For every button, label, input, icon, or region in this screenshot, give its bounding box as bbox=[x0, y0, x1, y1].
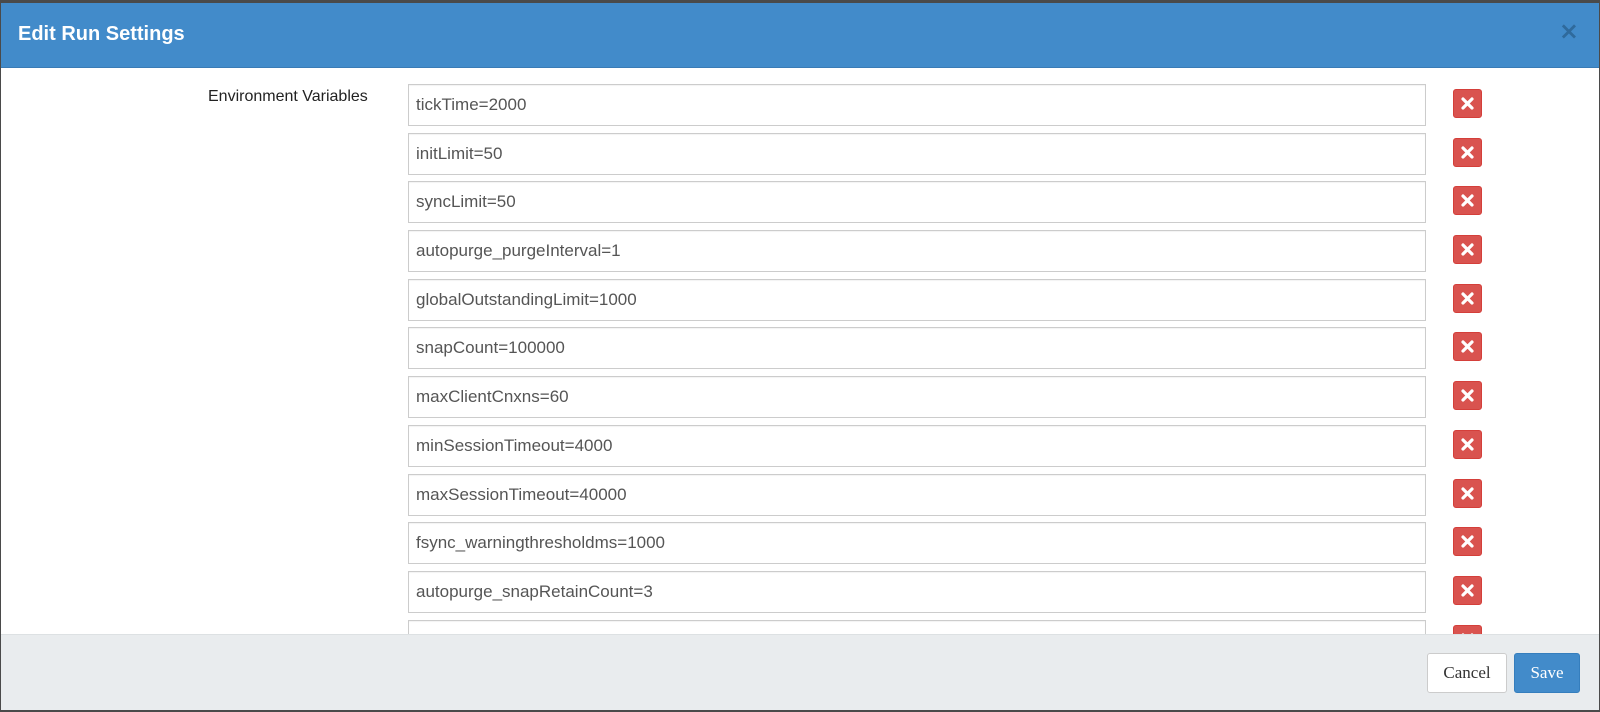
env-var-input[interactable]: maxSessionTimeout=40000 bbox=[408, 473, 1426, 516]
remove-icon bbox=[1461, 194, 1474, 207]
save-button[interactable]: Save bbox=[1514, 653, 1580, 693]
env-var-row: initLimit=50 bbox=[408, 132, 1508, 182]
env-var-input[interactable]: fsync_warningthresholdms=1000 bbox=[408, 522, 1426, 565]
remove-env-var-button[interactable] bbox=[1453, 89, 1482, 118]
env-var-input[interactable]: tickTime=2000 bbox=[408, 84, 1426, 126]
remove-env-var-button[interactable] bbox=[1453, 624, 1482, 634]
cancel-button[interactable]: Cancel bbox=[1427, 653, 1507, 693]
remove-env-var-button[interactable] bbox=[1453, 429, 1482, 459]
env-var-input[interactable]: syncLimit=50 bbox=[408, 181, 1426, 224]
env-var-row: maxClientCnxns=60 bbox=[408, 376, 1508, 425]
remove-icon bbox=[1461, 340, 1474, 354]
env-var-row: syncLimit=50 bbox=[408, 181, 1508, 230]
remove-env-var-button[interactable] bbox=[1453, 283, 1482, 313]
env-var-input[interactable]: minSessionTimeout=4000 bbox=[408, 424, 1426, 467]
remove-icon bbox=[1461, 535, 1474, 548]
env-var-row: tickTime=2000 bbox=[408, 84, 1508, 133]
remove-env-var-button[interactable] bbox=[1453, 332, 1482, 362]
dialog-header: Edit Run Settings × bbox=[1, 3, 1599, 68]
remove-env-var-button[interactable] bbox=[1453, 478, 1482, 508]
env-var-input[interactable]: snapCount=100000 bbox=[408, 327, 1426, 370]
env-var-row: autopurge_snapRetainCount=3 bbox=[408, 570, 1508, 620]
environment-variables-list: tickTime=2000 initLimit=50 syncLimit=50 aut… bbox=[408, 84, 1508, 634]
env-var-row: fsync_warningthresholdms=1000 bbox=[408, 522, 1508, 571]
env-var-row: globalOutstandingLimit=1000 bbox=[408, 278, 1508, 328]
remove-env-var-button[interactable] bbox=[1453, 381, 1482, 411]
close-icon[interactable]: × bbox=[1559, 19, 1579, 43]
remove-icon bbox=[1461, 486, 1474, 500]
env-var-input[interactable]: maxClientCnxns=60 bbox=[408, 376, 1426, 419]
dialog-footer: Cancel Save bbox=[1, 634, 1599, 710]
remove-env-var-button[interactable] bbox=[1453, 186, 1482, 216]
remove-icon bbox=[1461, 584, 1474, 597]
environment-variables-label: Environment Variables bbox=[208, 88, 368, 105]
env-var-row: autopurge_purgeInterval=1 bbox=[408, 230, 1508, 279]
remove-icon bbox=[1461, 97, 1474, 110]
remove-env-var-button[interactable] bbox=[1453, 575, 1482, 605]
env-var-input[interactable]: autopurge_purgeInterval=1 bbox=[408, 230, 1426, 273]
env-var-input[interactable]: globalOutstandingLimit=1000 bbox=[408, 278, 1426, 321]
remove-icon bbox=[1461, 243, 1474, 256]
remove-icon bbox=[1461, 292, 1474, 305]
dialog-body: Environment Variables tickTime=2000 initL… bbox=[1, 68, 1599, 634]
remove-env-var-button[interactable] bbox=[1453, 235, 1482, 265]
env-var-row: snapCount=100000 bbox=[408, 327, 1508, 376]
env-var-input[interactable] bbox=[408, 619, 1426, 634]
env-var-input[interactable]: initLimit=50 bbox=[408, 132, 1426, 175]
env-var-row bbox=[408, 619, 1508, 634]
dialog-title: Edit Run Settings bbox=[18, 23, 185, 45]
remove-icon bbox=[1461, 146, 1474, 159]
remove-env-var-button[interactable] bbox=[1453, 137, 1482, 167]
env-var-row: minSessionTimeout=4000 bbox=[408, 424, 1508, 474]
remove-env-var-button[interactable] bbox=[1453, 527, 1482, 557]
remove-icon bbox=[1461, 438, 1474, 451]
edit-run-settings-dialog: Edit Run Settings × Environment Variable… bbox=[1, 3, 1599, 710]
env-var-row: maxSessionTimeout=40000 bbox=[408, 473, 1508, 523]
env-var-input[interactable]: autopurge_snapRetainCount=3 bbox=[408, 570, 1426, 613]
remove-icon bbox=[1461, 389, 1474, 402]
